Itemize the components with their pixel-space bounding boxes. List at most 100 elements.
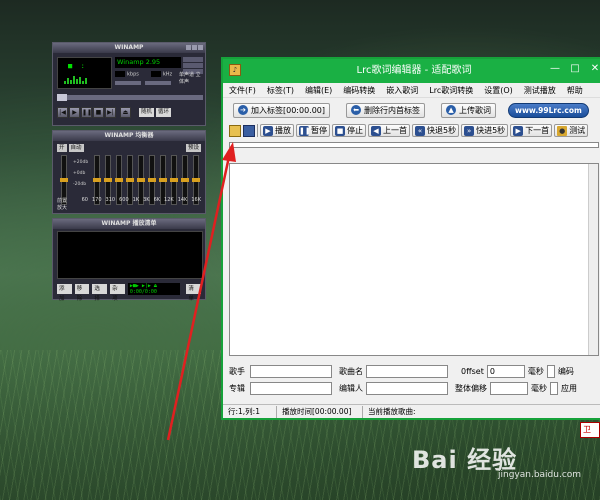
eq-on-button[interactable]: 开 xyxy=(57,144,67,152)
editor-label: 编辑人 xyxy=(339,383,363,393)
delete-tag-button[interactable]: ⬅ 删除行内首标签 xyxy=(346,102,426,118)
playback-progress-bar[interactable] xyxy=(229,142,599,148)
next-icon[interactable]: ▶| xyxy=(105,107,116,118)
menu-settings[interactable]: 设置(O) xyxy=(484,85,513,96)
prev-icon[interactable]: |◀ xyxy=(57,107,68,118)
winamp-title-text: WINAMP xyxy=(114,44,144,51)
menu-edit[interactable]: 编辑(E) xyxy=(305,85,332,96)
website-link[interactable]: www.99Lrc.com xyxy=(508,102,589,118)
arrow-right-icon: ➔ xyxy=(238,105,248,115)
status-position: 行:1,列:1 xyxy=(223,405,277,418)
pause-button[interactable]: ❚❚ 暂停 xyxy=(296,124,330,137)
pl-add-button[interactable]: 添加 xyxy=(57,284,72,302)
lrc-title-text: Lrc歌词编辑器 - 适配歌词 xyxy=(356,65,472,76)
winamp-close-icon[interactable] xyxy=(198,45,203,50)
ms-label: 毫秒 xyxy=(527,366,544,376)
singer-label: 歌手 xyxy=(229,366,245,376)
vertical-scrollbar[interactable] xyxy=(588,164,598,355)
album-label: 专辑 xyxy=(229,383,245,393)
winamp-equalizer-window[interactable]: WINAMP 均衡器 开 自动 预设 +20db +0db -20db 前置放大 6… xyxy=(52,130,206,214)
eq-presets-button[interactable]: 预设 xyxy=(185,144,201,152)
eq-auto-button[interactable]: 自动 xyxy=(68,144,84,152)
song-label: 歌曲名 xyxy=(339,366,363,376)
status-current-song: 当前播放歌曲: xyxy=(368,406,416,416)
menu-tag[interactable]: 标签(T) xyxy=(267,85,294,96)
pl-select-button[interactable]: 选择 xyxy=(92,284,108,302)
apply-button[interactable]: 应用 xyxy=(561,383,577,394)
eject-icon[interactable]: ⏏ xyxy=(120,107,131,118)
menu-encoding[interactable]: 编码转换 xyxy=(343,85,375,96)
repeat-button[interactable]: 循环 xyxy=(156,108,172,117)
prev-icon: ◀ xyxy=(371,125,381,136)
open-file-icon[interactable] xyxy=(229,124,241,137)
editor-input[interactable] xyxy=(366,381,448,395)
menu-file[interactable]: 文件(F) xyxy=(229,85,256,96)
play-icon: ▶ xyxy=(263,125,273,136)
save-icon[interactable] xyxy=(243,124,255,137)
upload-icon: ▲ xyxy=(446,105,457,115)
rewind-icon: « xyxy=(415,125,425,136)
playlist-area[interactable] xyxy=(57,231,203,279)
lrc-editor-window[interactable]: ♪ Lrc歌词编辑器 - 适配歌词 — □ ✕ 文件(F) 标签(T) 编辑(E… xyxy=(221,57,600,420)
menu-help[interactable]: 帮助 xyxy=(567,85,583,96)
ms-label-2: 毫秒 xyxy=(531,383,547,393)
prev-track-button[interactable]: ◀ 上一首 xyxy=(368,124,410,137)
pause-icon: ❚❚ xyxy=(299,125,311,136)
winamp-seek-bar[interactable] xyxy=(57,94,203,101)
song-input[interactable] xyxy=(366,364,448,378)
playback-toolbar: ▶ 播放 ❚❚ 暂停 ■ 停止 ◀ 上一首 «快退5秒 » 快进5秒 ▶ 下一首 ● 测试 xyxy=(223,122,600,139)
stop-icon: ■ xyxy=(335,125,345,136)
album-input[interactable] xyxy=(250,381,332,395)
menu-test-play[interactable]: 测试播放 xyxy=(524,85,556,96)
winamp-bitrate: kbps kHz xyxy=(115,71,172,78)
winamp-volume-balance[interactable] xyxy=(115,81,171,85)
test-button[interactable]: ● 测试 xyxy=(554,124,589,137)
desktop-icon[interactable]: 卫 xyxy=(580,422,600,438)
next-icon: ▶ xyxy=(513,125,524,136)
menu-lrc-convert[interactable]: Lrc歌词转换 xyxy=(429,85,473,96)
pl-misc-button[interactable]: 杂项 xyxy=(110,284,125,302)
winamp-minimize-icon[interactable] xyxy=(192,45,197,50)
upload-lyrics-button[interactable]: ▲ 上传歌词 xyxy=(441,102,497,118)
watermark-site: jingyan.baidu.com xyxy=(498,470,582,480)
close-icon[interactable]: ✕ xyxy=(589,63,600,75)
encode-label: 编码 xyxy=(557,366,574,376)
winamp-transport[interactable]: |◀ ▶ ❚❚ ■ ▶| ⏏ xyxy=(57,107,131,118)
winamp-playlist-window[interactable]: WINAMP 播放清单 添加 移除 选择 杂项 ▶■▶ ▶|▶ ⏏ 0:00/0:… xyxy=(52,218,206,302)
status-bar: 行:1,列:1 播放时间[00:00.00] 当前播放歌曲: xyxy=(223,404,600,418)
shift-spinner[interactable] xyxy=(550,381,558,395)
seek-knob[interactable] xyxy=(57,94,67,101)
winamp-visualizer xyxy=(64,76,87,84)
play-button[interactable]: ▶ 播放 xyxy=(260,124,294,137)
singer-input[interactable] xyxy=(250,364,332,378)
menu-embed[interactable]: 嵌入歌词 xyxy=(386,85,418,96)
lrc-titlebar[interactable]: ♪ Lrc歌词编辑器 - 适配歌词 — □ ✕ xyxy=(223,59,600,83)
winamp-menu-icon[interactable] xyxy=(186,45,191,50)
winamp-titlebar[interactable]: WINAMP xyxy=(53,43,205,53)
offset-label: 0ffset xyxy=(461,366,484,376)
winamp-mode-indicator: 单声道 立体声 xyxy=(179,72,201,85)
eq-titlebar[interactable]: WINAMP 均衡器 xyxy=(53,131,205,141)
minimize-icon[interactable]: — xyxy=(549,63,561,75)
shift-input[interactable] xyxy=(490,381,528,395)
add-tag-button[interactable]: ➔ 加入标签[00:00.00] xyxy=(233,102,331,118)
rewind-button[interactable]: «快退5秒 xyxy=(412,124,460,137)
forward-button[interactable]: » 快进5秒 xyxy=(461,124,509,137)
winamp-mode-buttons[interactable]: 随机 循环 xyxy=(139,108,172,117)
status-play-time: 播放时间[00:00.00] xyxy=(277,405,363,418)
pl-list-button[interactable]: 清单 xyxy=(186,284,202,302)
playlist-titlebar[interactable]: WINAMP 播放清单 xyxy=(53,219,205,229)
stop-icon[interactable]: ■ xyxy=(93,107,104,118)
pause-icon[interactable]: ❚❚ xyxy=(81,107,92,118)
offset-input[interactable]: 0 xyxy=(486,364,525,378)
winamp-main-window[interactable]: WINAMP ■ : Winamp 2.95 kbps kHz 单声道 立体声 … xyxy=(52,42,206,126)
play-icon[interactable]: ▶ xyxy=(69,107,80,118)
shuffle-button[interactable]: 随机 xyxy=(139,108,155,117)
maximize-icon[interactable]: □ xyxy=(569,63,581,75)
winamp-time: ■ : xyxy=(68,62,85,70)
stop-button[interactable]: ■ 停止 xyxy=(332,124,366,137)
pl-remove-button[interactable]: 移除 xyxy=(74,284,90,302)
next-track-button[interactable]: ▶ 下一首 xyxy=(510,124,553,137)
lyrics-editor[interactable] xyxy=(229,163,599,356)
ms-spinner[interactable] xyxy=(546,364,555,378)
